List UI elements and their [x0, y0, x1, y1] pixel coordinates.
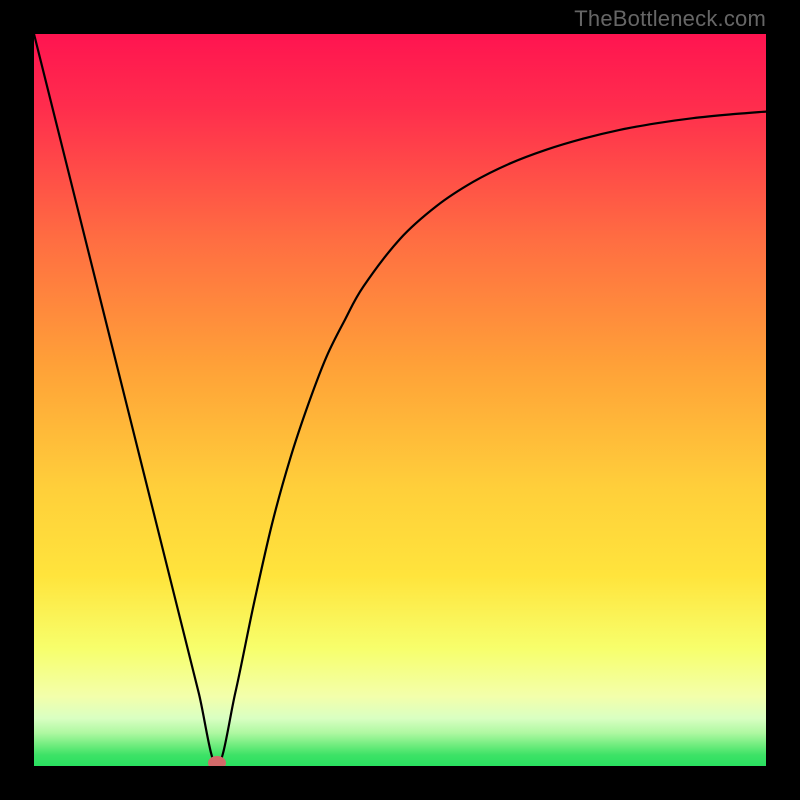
watermark-text: TheBottleneck.com — [574, 6, 766, 32]
bottleneck-curve — [34, 34, 766, 766]
minimum-marker — [208, 756, 226, 766]
plot-area — [34, 34, 766, 766]
chart-frame: TheBottleneck.com — [0, 0, 800, 800]
